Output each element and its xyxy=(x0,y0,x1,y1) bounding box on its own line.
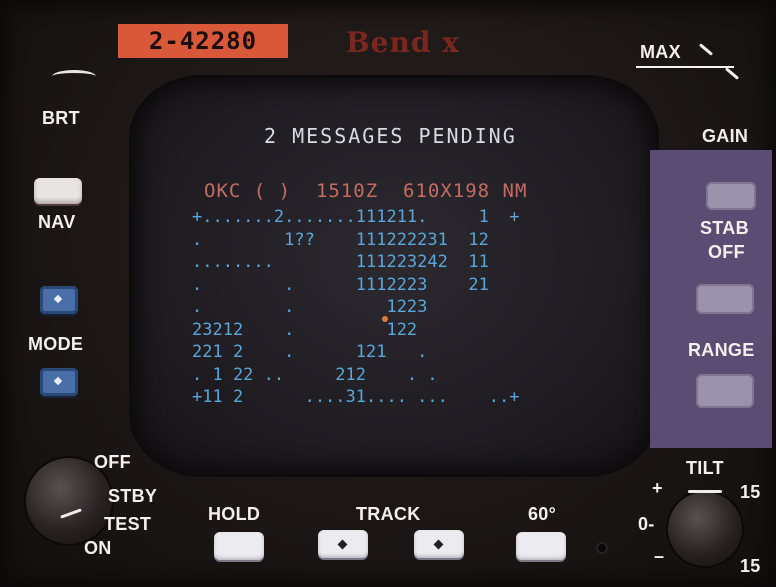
weather-row: . 1 22 .. 212 . . xyxy=(192,364,438,385)
screen-status-header: OKC ( ) 1510Z 610X198 NM xyxy=(204,180,528,202)
weather-row: 23212 . 122 xyxy=(192,319,418,340)
max-label: MAX xyxy=(640,42,681,62)
stab-selector-button[interactable] xyxy=(696,284,754,314)
tilt-plus-label: + xyxy=(652,478,663,498)
hold-label: HOLD xyxy=(208,504,261,524)
tilt-down-15-label: 15 xyxy=(740,556,761,576)
hold-button[interactable] xyxy=(214,532,264,560)
tilt-knob[interactable] xyxy=(668,492,742,566)
brightness-knob-indicator[interactable] xyxy=(52,70,96,83)
weather-row: . . 1223 xyxy=(192,297,428,317)
power-test-label: TEST xyxy=(104,514,152,534)
power-off-label: OFF xyxy=(94,452,131,472)
tilt-zero-label: 0- xyxy=(638,514,655,534)
screen-message-title: 2 MESSAGES PENDING xyxy=(264,124,517,148)
stab-off-label: OFF xyxy=(708,242,745,262)
brt-label: BRT xyxy=(42,108,80,128)
track-right-button[interactable] xyxy=(414,530,464,558)
sixty-degree-button[interactable] xyxy=(516,532,566,560)
track-left-button[interactable] xyxy=(318,530,368,558)
track-right-icon xyxy=(433,539,444,550)
serial-number-plate: 2-42280 xyxy=(118,24,288,58)
tilt-label: TILT xyxy=(686,458,724,478)
nav-label: NAV xyxy=(38,212,76,232)
gain-label: GAIN xyxy=(702,126,749,146)
tilt-minus-label: – xyxy=(654,546,665,566)
mode-label: MODE xyxy=(28,334,84,354)
weather-row: +11 2 ....31.... ... ..+ xyxy=(192,387,520,407)
mode-up-button[interactable] xyxy=(40,286,78,314)
indicator-light xyxy=(596,542,608,554)
power-on-label: ON xyxy=(84,538,112,558)
gain-scale-line xyxy=(636,66,734,68)
range-button[interactable] xyxy=(696,374,754,408)
power-stby-label: STBY xyxy=(108,486,158,506)
weather-row: . . 1112223 21 xyxy=(192,274,489,295)
track-label: TRACK xyxy=(356,504,421,524)
weather-row: 221 2 . 121 . xyxy=(192,342,428,362)
brand-logo: Bend x xyxy=(346,26,460,59)
tilt-up-15-label: 15 xyxy=(740,482,761,502)
stab-label: STAB xyxy=(700,218,749,238)
nav-button[interactable] xyxy=(34,178,82,204)
weather-row: . 1?? 111222231 12 xyxy=(192,229,489,250)
track-left-icon xyxy=(337,539,348,550)
weather-row: ........ 111223242 11 xyxy=(192,252,489,272)
sixty-degree-label: 60° xyxy=(528,504,557,524)
mode-up-icon xyxy=(53,294,63,304)
weather-row: +.......2.......111211. 1 + xyxy=(192,207,520,227)
weather-return-grid: +.......2.......111211. 1 +. 1?? 1112222… xyxy=(192,206,520,409)
aircraft-position-marker xyxy=(382,316,388,322)
mode-down-icon xyxy=(53,376,63,386)
tilt-scale-arc xyxy=(688,490,722,493)
mode-down-button[interactable] xyxy=(40,368,78,396)
range-label: RANGE xyxy=(688,340,755,360)
stab-off-button[interactable] xyxy=(706,182,756,210)
